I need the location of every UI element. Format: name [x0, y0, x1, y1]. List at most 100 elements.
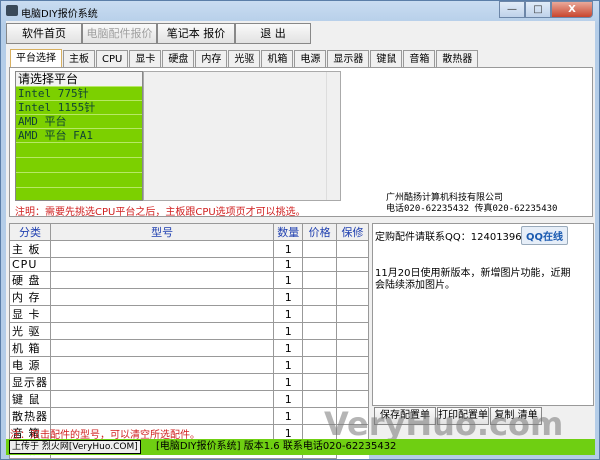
row-qty[interactable]: 1: [273, 390, 304, 408]
col-model: 型号: [49, 223, 275, 241]
row-price: [302, 356, 338, 374]
row-price: [302, 271, 338, 289]
minimize-button[interactable]: —: [499, 1, 525, 18]
table-row[interactable]: 散热器 1: [9, 407, 369, 425]
tab-6[interactable]: 光驱: [228, 50, 261, 68]
news-text: 11月20日使用新版本，新增图片功能，近期会陆续添加图片。: [375, 268, 571, 291]
row-qty[interactable]: 1: [273, 322, 304, 340]
scrollbar[interactable]: [326, 72, 340, 200]
row-qty[interactable]: 1: [273, 240, 304, 258]
table-row[interactable]: 光 驱 1: [9, 322, 369, 340]
qq-online-button[interactable]: QQ在线: [521, 226, 569, 245]
config-table: 分类 型号 数量 价格 保修 主 板 1 CPU 1 硬 盘1内 存1显 卡1光 驱1机…: [9, 223, 369, 459]
row-warranty: [336, 339, 369, 357]
row-model[interactable]: [49, 407, 275, 425]
exit-button[interactable]: 退 出: [235, 23, 311, 44]
platform-note: 注明：需要先挑选CPU平台之后，主板跟CPU选项页才可以挑选。: [15, 207, 306, 218]
tab-8[interactable]: 电源: [294, 50, 327, 68]
maximize-button[interactable]: □: [525, 1, 551, 18]
row-category: 光 驱: [9, 322, 51, 340]
tab-1[interactable]: 主板: [63, 50, 95, 68]
table-row[interactable]: 键 鼠 1: [9, 390, 369, 408]
row-category: 显 卡: [9, 305, 51, 323]
row-warranty: [336, 271, 369, 289]
row-model[interactable]: [49, 322, 275, 340]
row-warranty: [336, 356, 369, 374]
row-warranty: [336, 322, 369, 340]
laptop-quote-button[interactable]: 笔记本 报价: [157, 23, 235, 44]
tab-9[interactable]: 显示器: [327, 50, 370, 68]
watermark-label: 上传于 烈火网[VeryHuo.COM]: [9, 440, 141, 454]
close-button[interactable]: X: [551, 1, 593, 18]
tab-10[interactable]: 键鼠: [370, 50, 403, 68]
row-model[interactable]: [49, 373, 275, 391]
table-row[interactable]: 主 板 1: [9, 240, 369, 258]
platform-empty-row: [16, 173, 142, 188]
platform-empty-row: [16, 143, 142, 158]
col-warranty: 保修: [336, 223, 369, 241]
row-category: 显示器: [9, 373, 51, 391]
table-row[interactable]: 电 源 1: [9, 356, 369, 374]
tab-3[interactable]: 显卡: [129, 50, 162, 68]
platform-option[interactable]: Intel 775针: [16, 87, 142, 101]
table-row[interactable]: 机 箱 1: [9, 339, 369, 357]
row-warranty: [336, 240, 369, 258]
title-bar: 电脑DIY报价系统 — □ X: [1, 1, 599, 21]
row-model[interactable]: [49, 288, 275, 306]
tab-4[interactable]: 硬盘: [162, 50, 195, 68]
tab-0[interactable]: 平台选择: [10, 49, 62, 68]
col-price: 价格: [302, 223, 338, 241]
platform-option[interactable]: AMD 平台 FA1: [16, 129, 142, 143]
row-qty[interactable]: 1: [273, 257, 304, 272]
company-contact: 电话020-62235432 传真020-62235430: [386, 204, 558, 214]
row-warranty: [336, 288, 369, 306]
row-qty[interactable]: 1: [273, 356, 304, 374]
company-info: 广州酷扬计算机科技有限公司 电话020-62235432 传真020-62235…: [386, 193, 586, 215]
row-model[interactable]: [49, 240, 275, 258]
client-area: 软件首页 电脑配件报价 笔记本 报价 退 出 平台选择 主板 CPU 显卡 硬盘 内存 光驱…: [6, 21, 595, 459]
table-row[interactable]: 硬 盘 1: [9, 271, 369, 289]
row-warranty: [336, 257, 369, 272]
row-model[interactable]: [49, 271, 275, 289]
tab-12[interactable]: 散热器: [436, 50, 479, 68]
row-qty[interactable]: 1: [273, 407, 304, 425]
row-model[interactable]: [49, 339, 275, 357]
row-model[interactable]: [49, 356, 275, 374]
tab-5[interactable]: 内存: [195, 50, 228, 68]
row-category: 机 箱: [9, 339, 51, 357]
row-price: [302, 288, 338, 306]
platform-panel: 请选择平台 Intel 775针 Intel 1155针 AMD 平台 AMD 平台 …: [9, 67, 593, 218]
row-qty[interactable]: 1: [273, 288, 304, 306]
table-row[interactable]: 显示器 1: [9, 373, 369, 391]
platform-list[interactable]: 请选择平台 Intel 775针 Intel 1155针 AMD 平台 AMD 平台 …: [15, 71, 143, 201]
status-text: [电脑DIY报价系统] 版本1.6 联系电话020-62235432: [156, 441, 397, 452]
tab-7[interactable]: 机箱: [261, 50, 294, 68]
table-row[interactable]: 显 卡 1: [9, 305, 369, 323]
row-price: [302, 322, 338, 340]
row-qty[interactable]: 1: [273, 373, 304, 391]
table-row[interactable]: 内 存 1: [9, 288, 369, 306]
row-category: CPU: [9, 257, 51, 272]
platform-option[interactable]: AMD 平台: [16, 115, 142, 129]
row-qty[interactable]: 1: [273, 271, 304, 289]
app-window: 电脑DIY报价系统 — □ X 软件首页 电脑配件报价 笔记本 报价 退 出 平…: [0, 0, 600, 460]
parts-quote-button[interactable]: 电脑配件报价: [82, 23, 157, 44]
row-model[interactable]: [49, 305, 275, 323]
col-qty: 数量: [273, 223, 304, 241]
row-qty[interactable]: 1: [273, 305, 304, 323]
row-model[interactable]: [49, 257, 275, 272]
row-warranty: [336, 305, 369, 323]
tab-11[interactable]: 音箱: [403, 50, 436, 68]
row-model[interactable]: [49, 390, 275, 408]
row-category: 散热器: [9, 407, 51, 425]
platform-option[interactable]: Intel 1155针: [16, 101, 142, 115]
tab-strip: 平台选择 主板 CPU 显卡 硬盘 内存 光驱 机箱 电源 显示器 键鼠 音箱 散热器: [10, 49, 550, 68]
row-price: [302, 339, 338, 357]
home-button[interactable]: 软件首页: [6, 23, 82, 44]
table-row[interactable]: CPU 1: [9, 257, 369, 272]
row-qty[interactable]: 1: [273, 339, 304, 357]
info-box[interactable]: 定购配件请联系QQ：1240139616 QQ在线 11月20日使用新版本，新增…: [372, 223, 594, 406]
tab-2[interactable]: CPU: [96, 50, 129, 68]
row-warranty: [336, 373, 369, 391]
platform-empty-row: [16, 158, 142, 173]
